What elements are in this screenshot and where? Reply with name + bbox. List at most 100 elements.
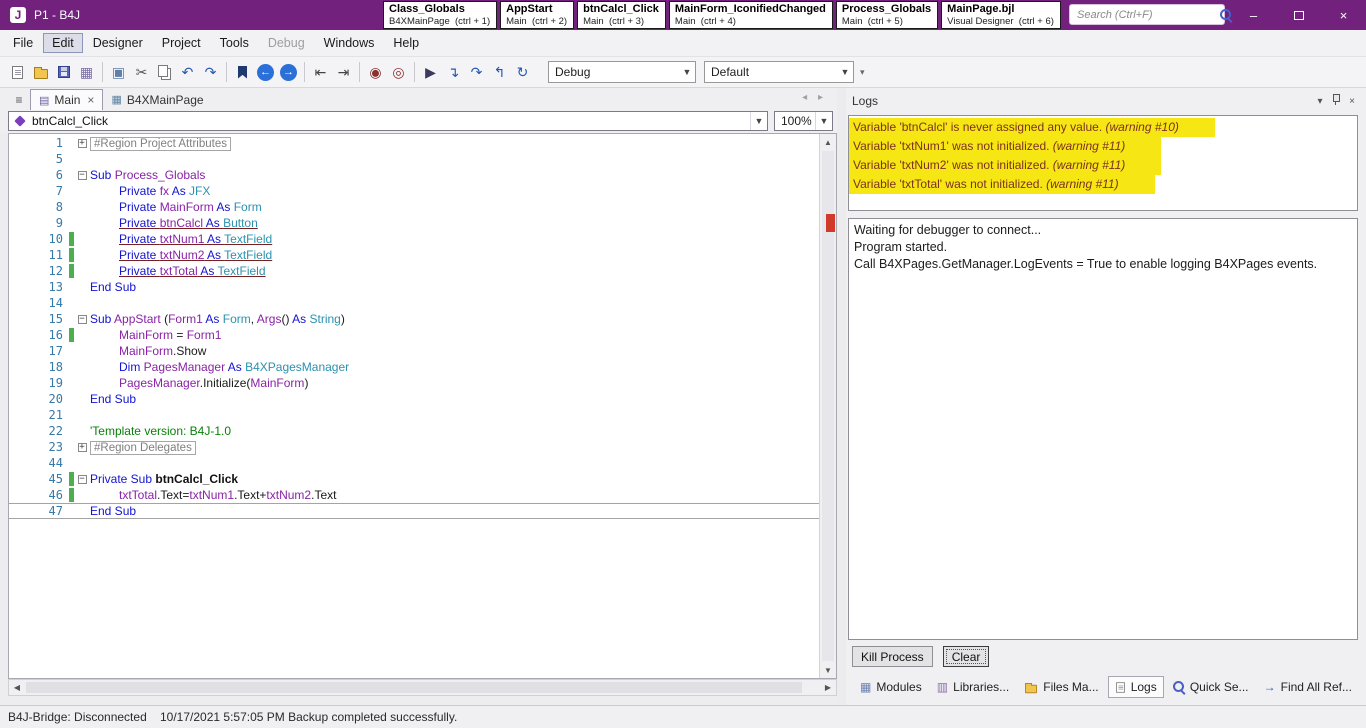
code-line[interactable]: 8Private MainForm As Form (9, 199, 819, 215)
tab-scroll-arrows[interactable]: ◂ ▸ (802, 92, 827, 103)
step-into-icon[interactable]: ↴ (442, 61, 465, 84)
copy-icon[interactable] (153, 61, 176, 84)
code-line[interactable]: 14 (9, 295, 819, 311)
kill-process-button[interactable]: Kill Process (852, 646, 933, 667)
bottom-tab-logs[interactable]: Logs (1108, 676, 1164, 698)
clear-breakpoints-icon[interactable]: ◎ (387, 61, 410, 84)
chevron-down-icon[interactable]: ▼ (815, 112, 832, 130)
fold-toggle[interactable]: + (74, 139, 90, 148)
search-box[interactable] (1069, 4, 1225, 25)
code-line[interactable]: 20End Sub (9, 391, 819, 407)
code-line[interactable]: 47End Sub (9, 503, 819, 519)
redo-icon[interactable]: ↷ (199, 61, 222, 84)
profile-dropdown[interactable]: Default ▼ (704, 61, 854, 83)
scroll-left-icon[interactable]: ◀ (9, 680, 25, 695)
quick-tab[interactable]: MainForm_IconifiedChangedMain (ctrl + 4) (669, 1, 833, 29)
code-line[interactable]: 22'Template version: B4J-1.0 (9, 423, 819, 439)
quick-tab[interactable]: Class_GlobalsB4XMainPage (ctrl + 1) (383, 1, 497, 29)
menu-help[interactable]: Help (384, 33, 428, 53)
bottom-tab-find-all-ref[interactable]: →Find All Ref... (1258, 677, 1358, 697)
code-line[interactable]: 11Private txtNum2 As TextField (9, 247, 819, 263)
doc-tab-b4xmainpage[interactable]: ▦B4XMainPage (103, 89, 211, 110)
build-configuration-dropdown[interactable]: Debug ▼ (548, 61, 696, 83)
menu-tools[interactable]: Tools (211, 33, 258, 53)
code-line[interactable]: 9Private btnCalcl As Button (9, 215, 819, 231)
code-line[interactable]: 17MainForm.Show (9, 343, 819, 359)
bottom-tab-files-ma[interactable]: Files Ma... (1018, 677, 1104, 697)
code-line[interactable]: 23+#Region Delegates (9, 439, 819, 455)
fold-toggle[interactable]: − (74, 475, 90, 484)
code-line[interactable]: 21 (9, 407, 819, 423)
zoom-dropdown[interactable]: 100% ▼ (774, 111, 833, 131)
close-tab-icon[interactable]: × (87, 93, 94, 107)
navigate-back-icon[interactable] (254, 61, 277, 84)
menu-debug[interactable]: Debug (259, 33, 314, 53)
horizontal-scroll-thumb[interactable] (26, 682, 802, 693)
code-line[interactable]: 12Private txtTotal As TextField (9, 263, 819, 279)
clear-button[interactable]: Clear (943, 646, 990, 667)
code-line[interactable]: 45−Private Sub btnCalcl_Click (9, 471, 819, 487)
minimize-button[interactable]: – (1231, 0, 1276, 30)
open-project-icon[interactable] (29, 61, 52, 84)
code-line[interactable]: 7Private fx As JFX (9, 183, 819, 199)
fold-toggle[interactable]: − (74, 171, 90, 180)
member-selector-dropdown[interactable]: btnCalcl_Click ▼ (8, 111, 768, 131)
quick-tab[interactable]: AppStartMain (ctrl + 2) (500, 1, 574, 29)
close-panel-icon[interactable]: × (1344, 96, 1360, 107)
menu-designer[interactable]: Designer (84, 33, 152, 53)
modules-icon[interactable]: ▦ (75, 61, 98, 84)
scroll-down-icon[interactable]: ▼ (820, 662, 836, 678)
quick-tab[interactable]: btnCalcl_ClickMain (ctrl + 3) (577, 1, 666, 29)
save-icon[interactable] (52, 61, 75, 84)
code-editor[interactable]: 1+#Region Project Attributes56−Sub Proce… (8, 133, 837, 679)
code-line[interactable]: 19PagesManager.Initialize(MainForm) (9, 375, 819, 391)
pin-icon[interactable] (1328, 93, 1344, 109)
navigate-forward-icon[interactable] (277, 61, 300, 84)
quick-tab[interactable]: Process_GlobalsMain (ctrl + 5) (836, 1, 938, 29)
code-line[interactable]: 1+#Region Project Attributes (9, 135, 819, 151)
code-line[interactable]: 13End Sub (9, 279, 819, 295)
step-out-icon[interactable]: ↰ (488, 61, 511, 84)
bookmark-icon[interactable] (231, 61, 254, 84)
log-messages[interactable]: Waiting for debugger to connect...Progra… (848, 218, 1358, 640)
code-line[interactable]: 46txtTotal.Text=txtNum1.Text+txtNum2.Tex… (9, 487, 819, 503)
horizontal-scrollbar[interactable]: ◀ ▶ (8, 679, 837, 696)
fold-toggle[interactable]: − (74, 315, 90, 324)
toggle-breakpoint-icon[interactable]: ◉ (364, 61, 387, 84)
code-line[interactable]: 18Dim PagesManager As B4XPagesManager (9, 359, 819, 375)
code-line[interactable]: 6−Sub Process_Globals (9, 167, 819, 183)
code-line[interactable]: 15−Sub AppStart (Form1 As Form, Args() A… (9, 311, 819, 327)
scroll-right-icon[interactable]: ▶ (820, 680, 836, 695)
menu-windows[interactable]: Windows (315, 33, 384, 53)
doc-tab-main[interactable]: ▤Main× (30, 89, 103, 110)
step-over-icon[interactable]: ↷ (465, 61, 488, 84)
menu-file[interactable]: File (4, 33, 42, 53)
code-line[interactable]: 5 (9, 151, 819, 167)
restart-icon[interactable]: ↻ (511, 61, 534, 84)
maximize-button[interactable] (1276, 0, 1321, 30)
outdent-icon[interactable]: ⇤ (309, 61, 332, 84)
chevron-down-icon[interactable]: ▼ (750, 112, 767, 130)
warning-annotation-marker[interactable] (826, 214, 835, 232)
menu-edit[interactable]: Edit (43, 33, 83, 53)
warnings-list[interactable]: Variable 'btnCalcl' is never assigned an… (848, 115, 1358, 211)
new-module-icon[interactable] (6, 61, 29, 84)
vertical-scrollbar[interactable]: ▲ ▼ (819, 134, 836, 678)
code-line[interactable]: 10Private txtNum1 As TextField (9, 231, 819, 247)
window-menu-icon[interactable]: ▾ (1312, 96, 1328, 107)
code-line[interactable]: 44 (9, 455, 819, 471)
indent-icon[interactable]: ⇥ (332, 61, 355, 84)
quick-tab[interactable]: MainPage.bjlVisual Designer (ctrl + 6) (941, 1, 1061, 29)
fold-toggle[interactable]: + (74, 443, 90, 452)
scroll-up-icon[interactable]: ▲ (820, 134, 836, 150)
bottom-tab-modules[interactable]: ▦Modules (854, 677, 928, 697)
close-button[interactable]: × (1321, 0, 1366, 30)
tab-list-icon[interactable]: ≡ (8, 90, 30, 110)
cut-icon[interactable]: ✂ (130, 61, 153, 84)
run-icon[interactable]: ▶ (419, 61, 442, 84)
toolbar-overflow-icon[interactable]: ▾ (860, 67, 865, 78)
undo-icon[interactable]: ↶ (176, 61, 199, 84)
bottom-tab-libraries[interactable]: ▥Libraries... (931, 677, 1015, 697)
designer-icon[interactable]: ▣ (107, 61, 130, 84)
menu-project[interactable]: Project (153, 33, 210, 53)
